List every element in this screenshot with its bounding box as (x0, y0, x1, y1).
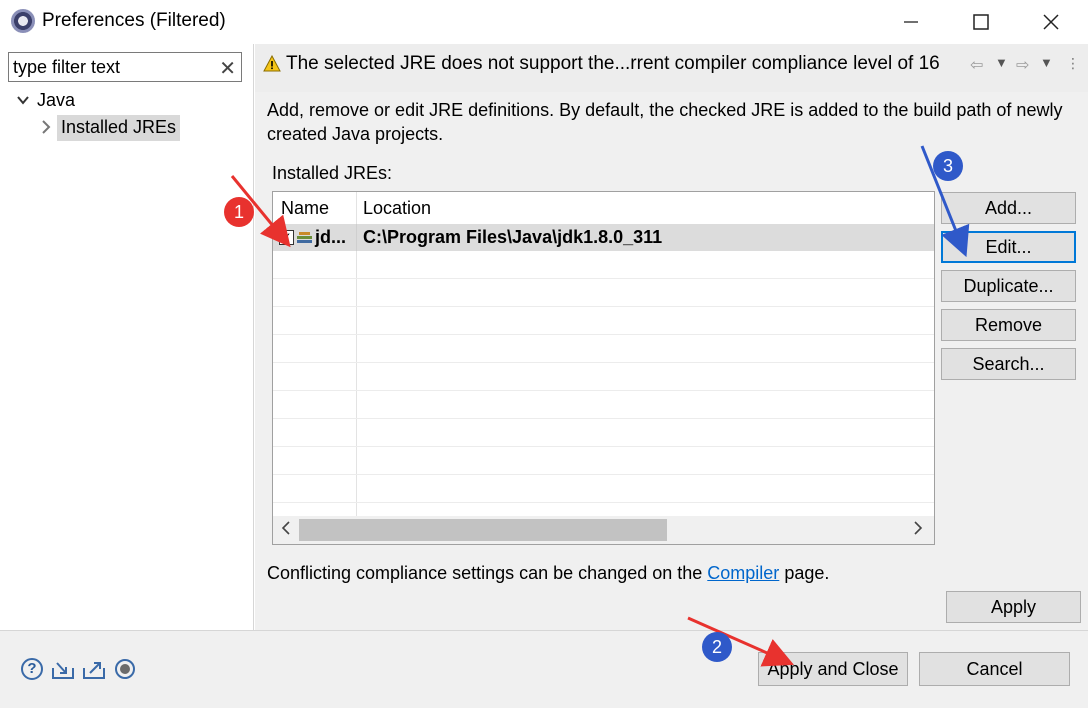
annotation-badge-2: 2 (702, 632, 732, 662)
annotation-badge-3: 3 (933, 151, 963, 181)
annotation-arrow-2 (687, 616, 794, 667)
annotation-arrows (230, 145, 970, 667)
annotation-badge-1: 1 (224, 197, 254, 227)
